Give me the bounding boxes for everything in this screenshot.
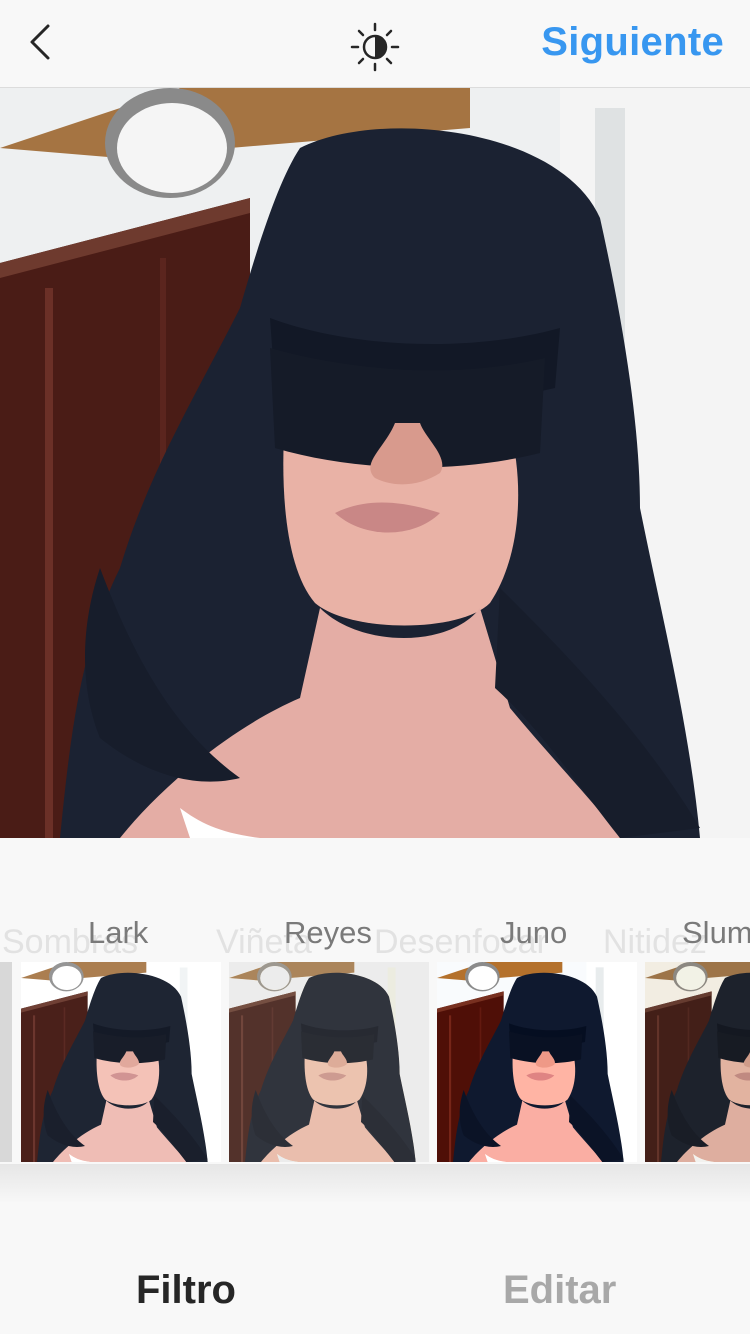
back-button[interactable] (22, 18, 62, 66)
tab-edit[interactable]: Editar (503, 1268, 616, 1313)
filter-thumb-previous[interactable] (0, 962, 12, 1162)
filter-label-lark: Lark (88, 915, 149, 950)
filter-thumbnails (0, 962, 750, 1164)
filter-label-reyes: Reyes (284, 915, 372, 950)
lux-button[interactable] (350, 22, 400, 72)
filter-label-juno: Juno (500, 915, 568, 950)
strip-shadow (0, 1164, 750, 1204)
photo-preview (0, 88, 750, 838)
filter-thumb-lark[interactable] (21, 962, 221, 1162)
filter-thumb-slum[interactable] (645, 962, 750, 1162)
filter-thumb-juno[interactable] (437, 962, 637, 1162)
filter-thumb-reyes[interactable] (229, 962, 429, 1162)
top-bar: Siguiente (0, 0, 750, 88)
filter-labels: Sombras Viñeta Desenfocar Nitidez Lark R… (0, 905, 750, 965)
chevron-left-icon (30, 24, 50, 60)
next-button[interactable]: Siguiente (541, 20, 724, 65)
filter-label-slum: Slum (682, 915, 750, 950)
lux-brightness-icon (350, 22, 400, 72)
tab-filter[interactable]: Filtro (136, 1268, 236, 1313)
